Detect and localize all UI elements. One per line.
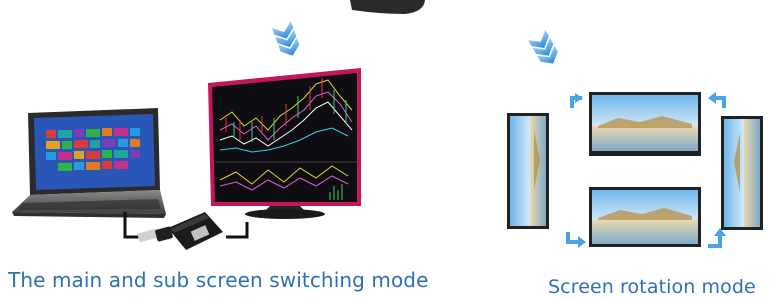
down-chevron-icon — [272, 21, 300, 56]
rotation-arrow-icon — [566, 232, 586, 248]
rotation-arrow-icon — [708, 228, 726, 248]
illustration — [12, 0, 763, 250]
laptop — [12, 108, 166, 218]
top-decoration — [350, 0, 425, 14]
rotation-arrow-icon — [708, 92, 726, 108]
monitor — [208, 68, 361, 219]
rotation-display-left — [507, 113, 549, 229]
screen-rotation-caption: Screen rotation mode — [548, 276, 756, 298]
rotation-display-bottom — [589, 187, 701, 247]
rotation-arrow-icon — [570, 93, 583, 108]
down-chevron-icon — [528, 30, 558, 64]
rotation-display-top — [589, 92, 701, 156]
rotation-display-right — [721, 116, 763, 230]
main-sub-switching-caption: The main and sub screen switching mode — [8, 268, 429, 292]
